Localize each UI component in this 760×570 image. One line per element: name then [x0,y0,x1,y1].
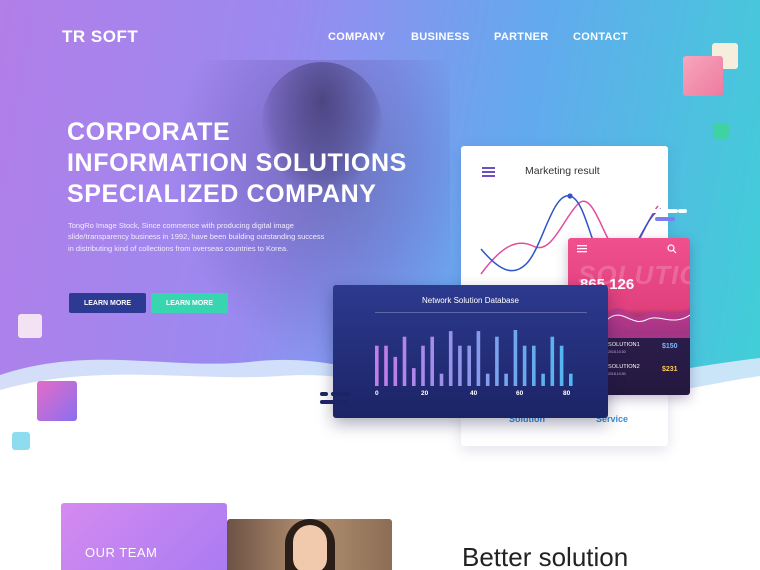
headline-line-2: INFORMATION SOLUTIONS [67,149,407,177]
bar-9 [458,345,462,386]
bar-2 [393,356,398,386]
deco-square [37,381,77,421]
solution-row-label: SOLUTION2 [608,364,640,370]
solution-row-price: $231 [662,366,678,373]
bar-18 [541,373,545,386]
x-tick-label: 60 [516,390,524,397]
solution-row-1[interactable]: SOLUTION1 2018.10.30 [608,342,640,355]
x-tick-label: 40 [470,390,478,397]
hero-description: TongRo Image Stock, Since commence with … [68,220,338,254]
deco-dash [320,400,348,404]
bar-4 [412,368,416,386]
bar-7 [439,373,444,386]
bar-6 [430,336,434,386]
nav-partner[interactable]: PARTNER [494,31,548,43]
bar-20 [559,345,564,386]
x-tick-label: 80 [563,390,571,397]
solution-row-date: 2018.10.30 [608,371,626,376]
hero-headline: CORPORATE INFORMATION SOLUTIONS SPECIALI… [67,117,407,210]
team-photo-face [293,525,327,570]
team-photo [227,519,392,570]
headline-line-3: SPECIALIZED COMPANY [67,180,377,208]
nav-company[interactable]: COMPANY [328,31,386,43]
deco-square [713,123,729,139]
bar-12 [485,373,490,386]
bar-19 [550,336,555,386]
description-line-3: in distributing kind of collections from… [68,243,289,253]
section-heading: Better solution [462,542,629,570]
bar-3 [402,336,407,386]
our-team-box[interactable]: OUR TEAM [61,503,227,570]
bar-8 [448,331,453,386]
bar-14 [504,373,508,386]
search-icon[interactable] [667,244,677,254]
nav-business[interactable]: BUSINESS [411,31,470,43]
deco-square [12,432,30,450]
deco-dash [320,392,328,396]
x-tick-label: 20 [421,390,429,397]
network-database-card: Network Solution Database 0 20 40 60 80 [333,285,608,418]
network-bar-chart [375,330,573,386]
nav-contact[interactable]: CONTACT [573,31,628,43]
bar-21 [569,373,573,386]
solution-row-2[interactable]: SOLUTION2 2018.10.30 [608,364,640,377]
deco-dash [655,217,675,221]
headline-line-1: CORPORATE [67,118,231,146]
menu-icon[interactable] [482,167,495,180]
bar-10 [467,345,471,386]
bar-15 [513,330,518,386]
learn-more-button-primary[interactable]: LEARN MORE [69,293,146,313]
menu-icon[interactable] [577,245,588,253]
description-line-2: slide/transparency business in 1992, hav… [68,232,325,242]
solution-row-date: 2018.10.30 [608,349,626,354]
bar-13 [495,336,499,386]
bar-11 [476,331,481,386]
deco-dash [678,209,687,213]
x-tick-label: 0 [375,390,379,397]
deco-square [18,314,42,338]
solution-row-label: SOLUTION1 [608,342,640,348]
solution-row-price: $150 [662,343,678,350]
bar-0 [375,345,379,386]
bar-16 [522,345,527,386]
brand-logo[interactable]: TR SOFT [62,27,138,47]
bar-5 [421,345,425,386]
learn-more-button-secondary[interactable]: LEARN MORE [151,293,228,313]
bar-17 [532,345,536,386]
our-team-label: OUR TEAM [85,545,158,560]
deco-dash [640,209,678,213]
description-line-1: TongRo Image Stock, Since commence with … [68,221,294,230]
marketing-card-title: Marketing result [525,165,600,177]
deco-square [683,56,723,96]
bar-1 [384,345,388,386]
deco-dash [331,392,351,396]
